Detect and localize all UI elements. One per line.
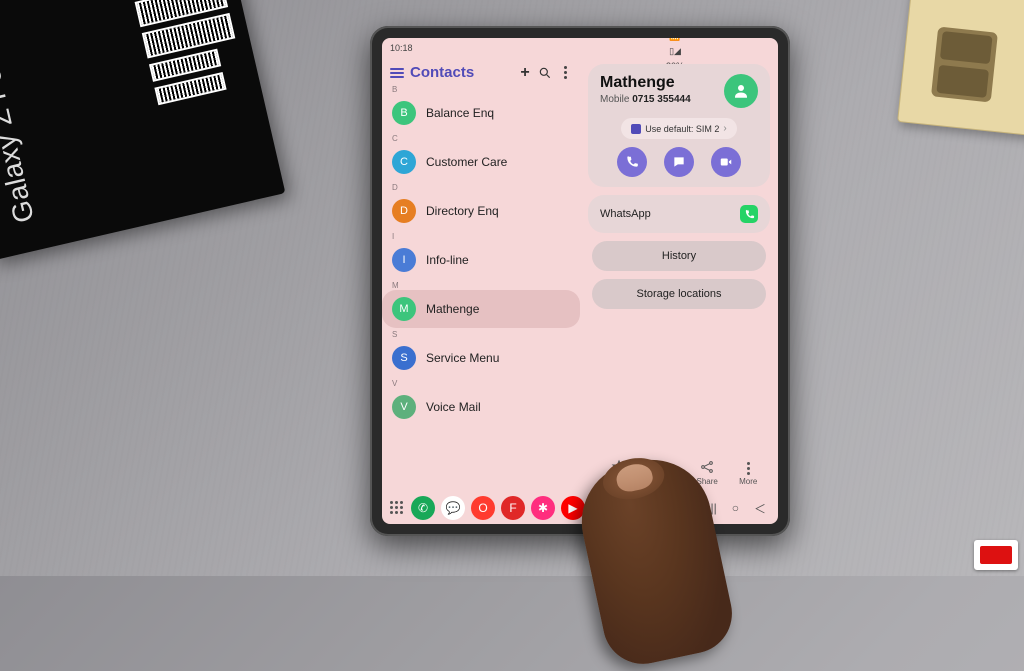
add-contact-button[interactable] xyxy=(518,66,532,80)
contact-name-label: Customer Care xyxy=(426,155,507,169)
contact-detail-pane: Mathenge Mobile 0715 355444 Use default:… xyxy=(580,58,778,492)
taskbar-app-messages[interactable]: 💬 xyxy=(441,496,465,520)
contact-avatar: B xyxy=(392,101,416,125)
section-header: M xyxy=(382,279,580,290)
contact-row[interactable]: B Balance Enq xyxy=(382,94,580,132)
section-header: I xyxy=(382,230,580,241)
contact-name-label: Voice Mail xyxy=(426,400,481,414)
chevron-right-icon: › xyxy=(723,123,726,134)
taskbar: ✆💬OF✱▶✆⚙ ||| ○ ＜ xyxy=(382,492,778,524)
contact-row[interactable]: M Mathenge xyxy=(382,290,580,328)
video-call-button[interactable] xyxy=(711,147,741,177)
product-box-barcodes xyxy=(135,0,247,105)
whatsapp-label: WhatsApp xyxy=(600,208,651,220)
history-button[interactable]: History xyxy=(592,241,766,271)
device-screen: 10:18 ᴺ 📶 ▯◢ 30% ◧ Contacts xyxy=(382,38,778,524)
status-bar: 10:18 ᴺ 📶 ▯◢ 30% ◧ xyxy=(382,38,778,58)
menu-icon[interactable] xyxy=(390,68,404,78)
app-drawer-icon[interactable] xyxy=(390,501,404,515)
nav-home[interactable]: ○ xyxy=(728,501,743,515)
call-button[interactable] xyxy=(617,147,647,177)
more-options-button[interactable] xyxy=(558,66,572,80)
contact-detail-card: Mathenge Mobile 0715 355444 Use default:… xyxy=(588,64,770,187)
search-button[interactable] xyxy=(538,66,552,80)
contact-list[interactable]: BB Balance Enq CC Customer Care DD Directory … xyxy=(382,83,580,492)
product-box: Galaxy Z Fold6 xyxy=(0,0,285,260)
contact-avatar: V xyxy=(392,395,416,419)
wifi-icon: 📶 xyxy=(669,38,680,42)
taskbar-app-phone[interactable]: ✆ xyxy=(411,496,435,520)
contact-name-label: Balance Enq xyxy=(426,106,494,120)
section-header: D xyxy=(382,181,580,192)
device-frame: 10:18 ᴺ 📶 ▯◢ 30% ◧ Contacts xyxy=(370,26,790,536)
taskbar-app-snow[interactable]: ✱ xyxy=(531,496,555,520)
contacts-pane: Contacts BBBalance EnqCCCustomer CareDDD… xyxy=(382,58,580,492)
contact-name-label: Info-line xyxy=(426,253,469,267)
whatsapp-icon xyxy=(740,205,758,223)
page-title: Contacts xyxy=(410,64,474,81)
taskbar-app-opera[interactable]: O xyxy=(471,496,495,520)
contact-name-label: Directory Enq xyxy=(426,204,499,218)
contact-row[interactable]: S Service Menu xyxy=(382,339,580,377)
more-button[interactable]: More xyxy=(739,462,757,486)
contact-name-label: Service Menu xyxy=(426,351,499,365)
section-header: C xyxy=(382,132,580,143)
status-time: 10:18 xyxy=(390,43,413,53)
contact-row[interactable]: V Voice Mail xyxy=(382,388,580,426)
message-button[interactable] xyxy=(664,147,694,177)
sim-selector[interactable]: Use default: SIM 2 › xyxy=(621,118,736,139)
signal-icon: ▯◢ xyxy=(669,46,681,57)
section-header: B xyxy=(382,83,580,94)
channel-badge xyxy=(974,540,1018,570)
sim-icon xyxy=(631,124,641,134)
taskbar-app-flipboard[interactable]: F xyxy=(501,496,525,520)
contact-avatar: M xyxy=(392,297,416,321)
share-button[interactable]: Share xyxy=(696,459,717,486)
whatsapp-card[interactable]: WhatsApp xyxy=(588,195,770,233)
contact-row[interactable]: D Directory Enq xyxy=(382,192,580,230)
contact-row[interactable]: C Customer Care xyxy=(382,143,580,181)
contact-avatar: D xyxy=(392,199,416,223)
contact-name: Mathenge xyxy=(600,74,691,92)
wooden-prop xyxy=(897,0,1024,137)
section-header: V xyxy=(382,377,580,388)
contact-phone: Mobile 0715 355444 xyxy=(600,94,691,105)
section-header: S xyxy=(382,328,580,339)
contact-name-label: Mathenge xyxy=(426,302,479,316)
contact-avatar: I xyxy=(392,248,416,272)
contact-avatar: C xyxy=(392,150,416,174)
nav-back[interactable]: ＜ xyxy=(750,500,770,517)
contact-avatar: S xyxy=(392,346,416,370)
contact-row[interactable]: I Info-line xyxy=(382,241,580,279)
product-box-brand: Galaxy Z Fold6 xyxy=(0,27,41,226)
storage-locations-button[interactable]: Storage locations xyxy=(592,279,766,309)
contact-avatar-icon[interactable] xyxy=(724,74,758,108)
